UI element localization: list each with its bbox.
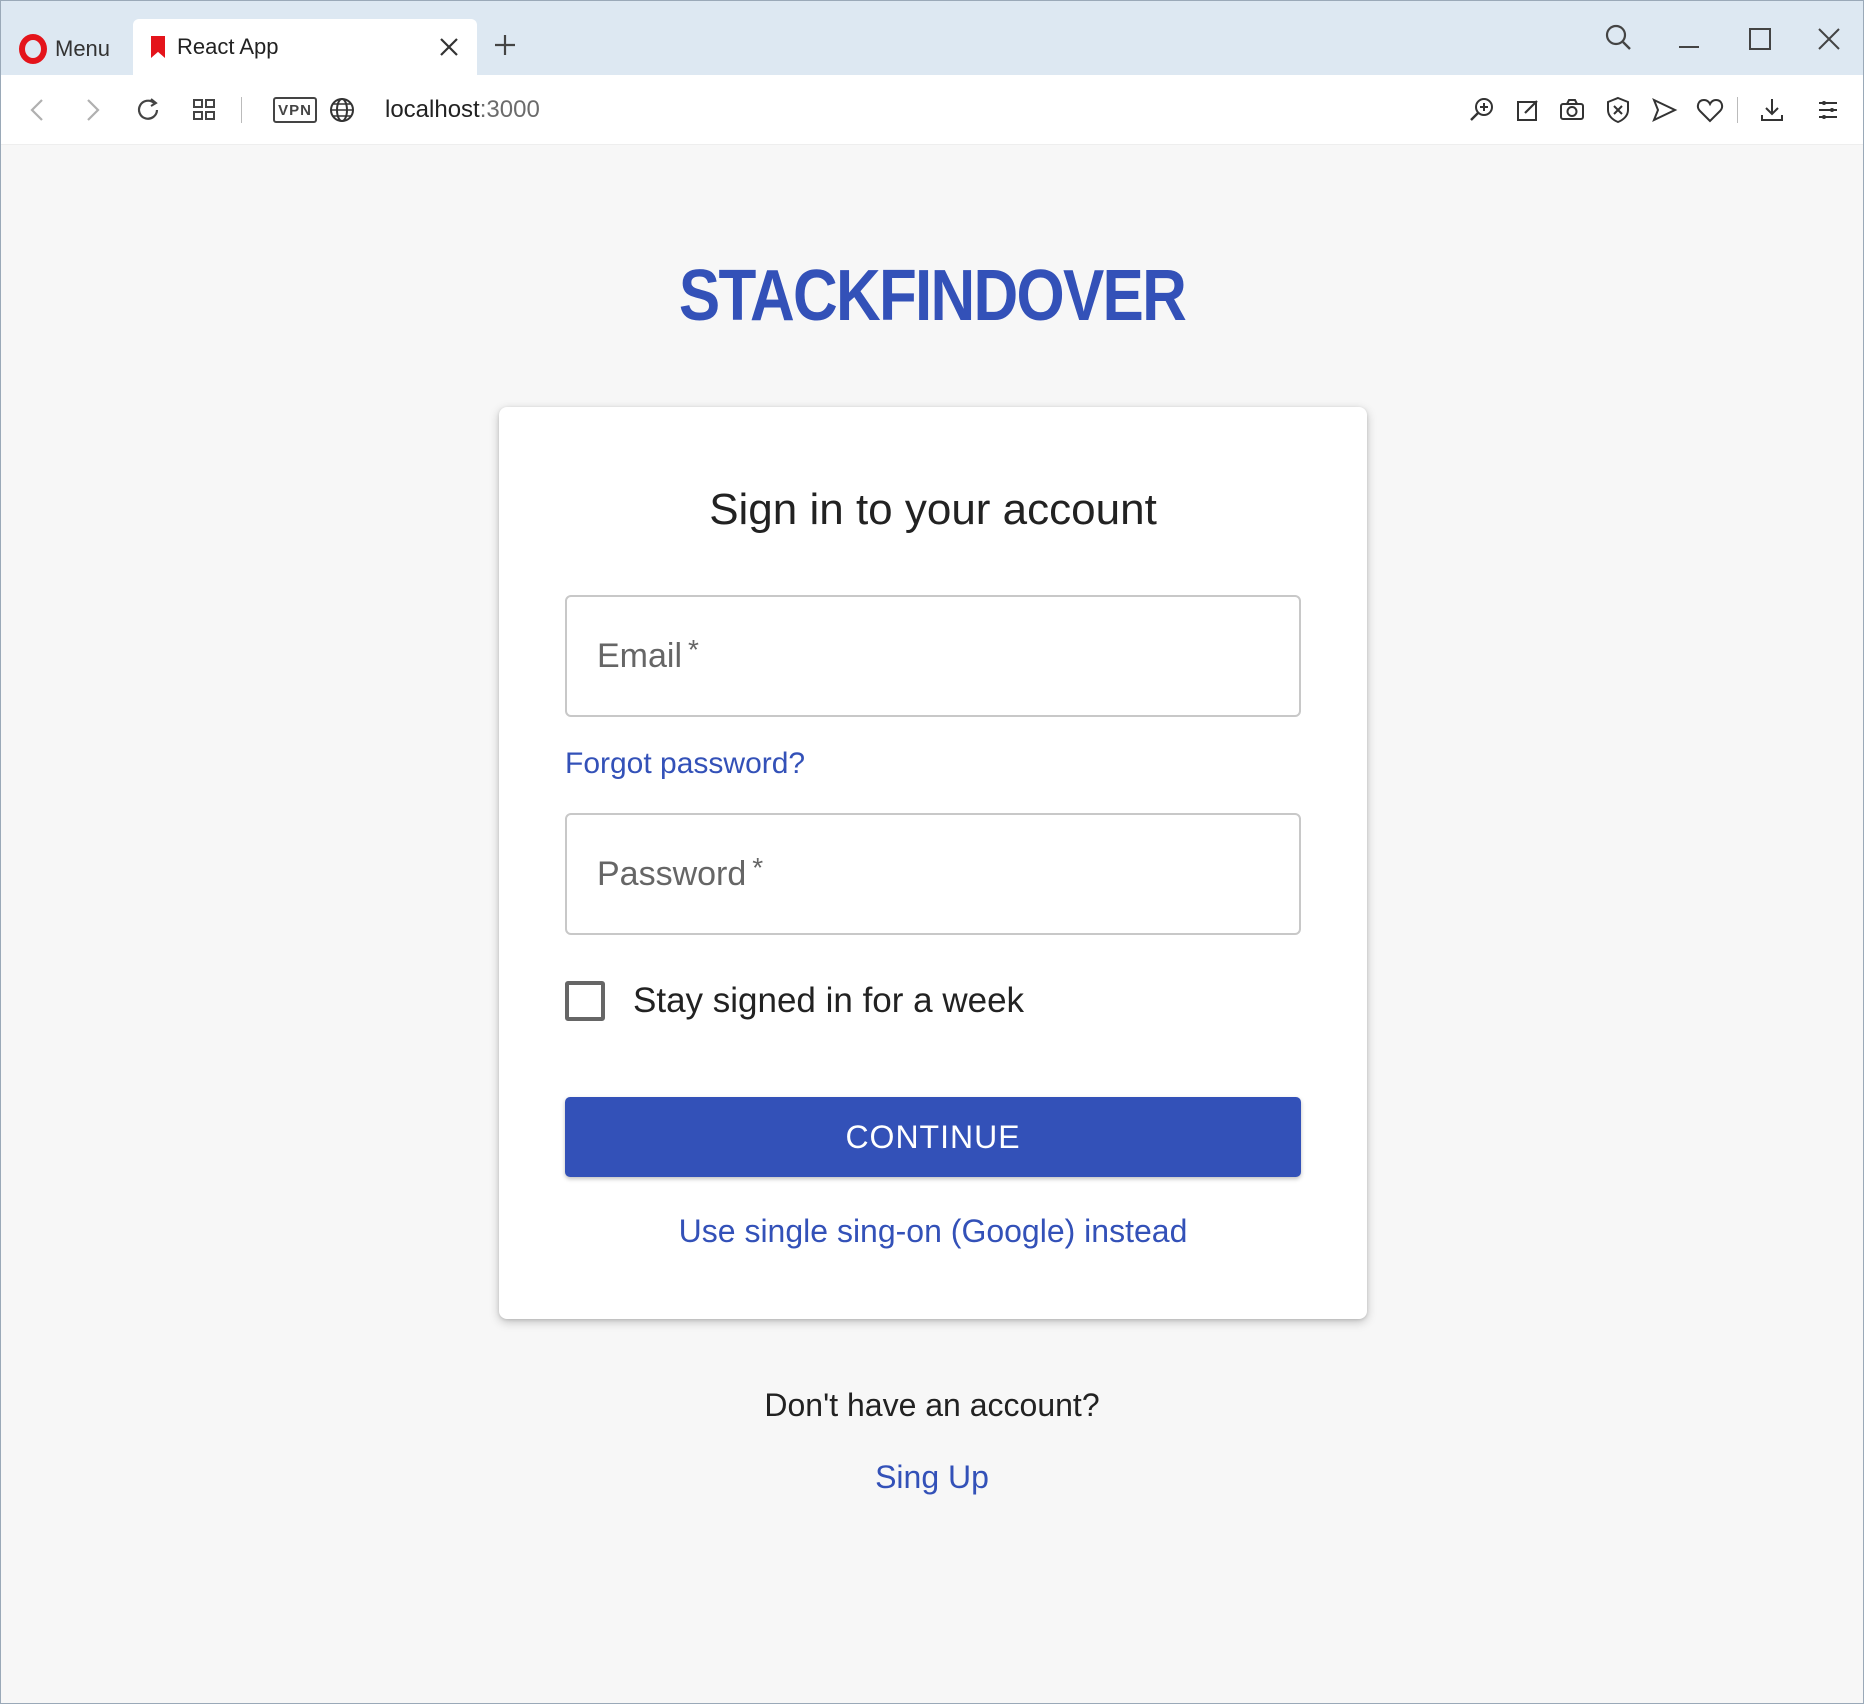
browser-window: Menu React App VPN localhost:3000 STACK… [0,0,1864,1704]
signup-link[interactable]: Sing Up [875,1459,989,1495]
required-mark: * [752,852,764,883]
heart-icon[interactable] [1693,93,1727,127]
zoom-icon[interactable] [1465,93,1499,127]
search-icon[interactable] [1599,19,1639,59]
opera-menu-button[interactable]: Menu [13,23,123,75]
google-sso-link: Use single sing-on (Google) instead [499,1213,1367,1250]
stay-signed-in-checkbox[interactable] [565,981,605,1021]
tab-title: React App [177,34,279,59]
minimize-icon[interactable] [1669,19,1709,59]
tab-bar: Menu React App [1,1,1863,75]
opera-logo-icon [19,34,47,64]
close-tab-icon[interactable] [435,33,463,61]
forgot-password-link[interactable]: Forgot password? [565,747,805,781]
camera-icon[interactable] [1555,93,1589,127]
password-label: Password [597,854,747,893]
forward-icon[interactable] [75,93,109,127]
url-host: localhost [385,96,480,123]
new-tab-icon[interactable] [491,31,519,59]
bookmark-icon [151,36,165,58]
menu-label: Menu [55,36,111,61]
easy-setup-icon[interactable] [1811,93,1845,127]
send-icon[interactable] [1647,93,1681,127]
brand-logo: STACKFINDOVER [678,256,1187,336]
signup-link-row: Sing Up [1,1459,1863,1496]
stay-signed-in-label[interactable]: Stay signed in for a week [633,981,1024,1021]
continue-button[interactable]: CONTINUE [565,1097,1301,1177]
globe-icon[interactable] [325,93,359,127]
ad-block-icon[interactable] [1601,93,1635,127]
toolbar-divider [241,97,242,123]
back-icon[interactable] [21,93,55,127]
required-mark: * [688,634,699,665]
no-account-text: Don't have an account? [764,1387,1100,1423]
vpn-badge[interactable]: VPN [273,97,317,123]
tab-react-app[interactable]: React App [133,19,477,75]
url-field[interactable]: localhost:3000 [385,93,540,127]
page-title: Sign in to your account [709,485,1157,534]
url-port: :3000 [479,96,540,123]
snap-edit-icon[interactable] [1511,93,1545,127]
page-content: STACKFINDOVER Sign in to your account Em… [1,145,1863,1703]
email-field[interactable]: Email * [565,595,1301,717]
maximize-icon[interactable] [1739,19,1779,59]
signin-card: Sign in to your account Email * Forgot p… [499,407,1367,1319]
toolbar-divider-2 [1737,97,1738,123]
download-icon[interactable] [1755,93,1789,127]
close-window-icon[interactable] [1809,19,1849,59]
reload-icon[interactable] [131,93,165,127]
google-sso-link-text[interactable]: Use single sing-on (Google) instead [679,1213,1188,1249]
address-bar: VPN localhost:3000 [1,75,1863,145]
email-label: Email [597,636,683,675]
speed-dial-icon[interactable] [187,93,221,127]
password-field[interactable]: Password * [565,813,1301,935]
